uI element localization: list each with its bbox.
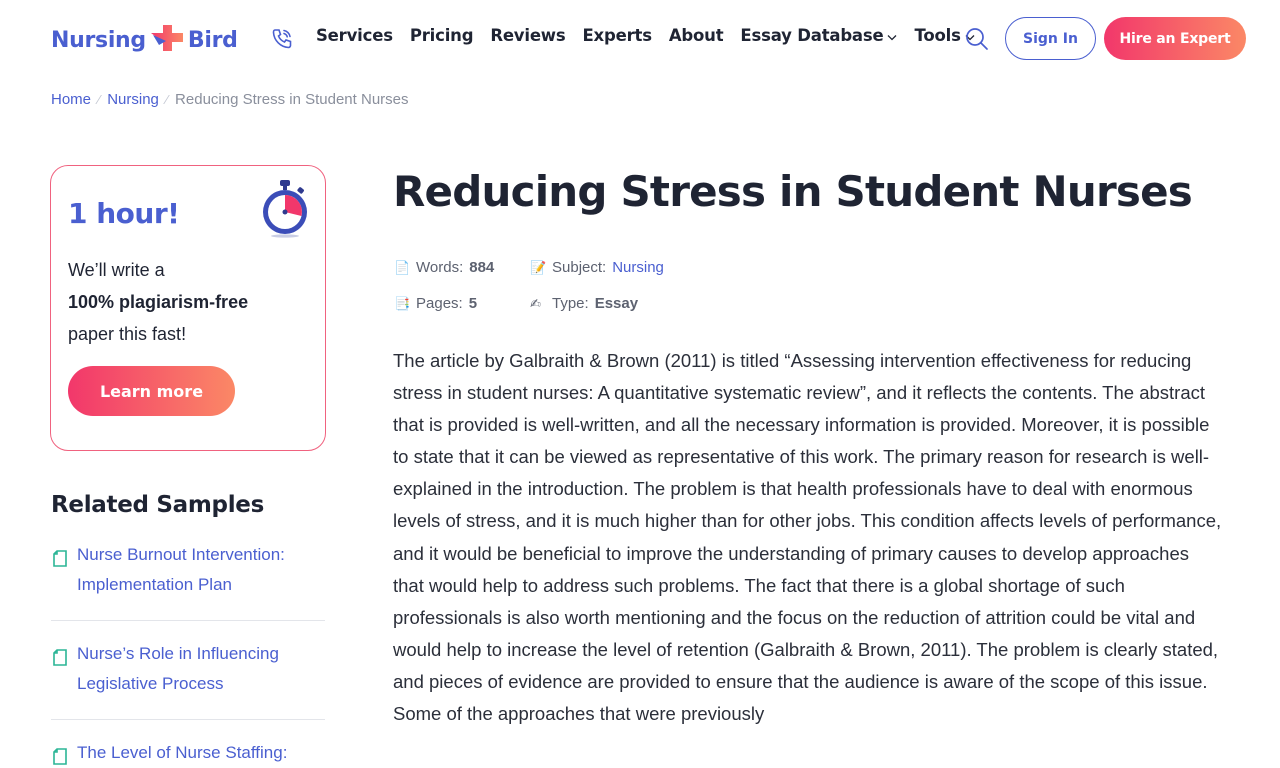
meta-pages: 📑 Pages: 5	[394, 295, 478, 312]
breadcrumb-separator: ⁄	[165, 92, 169, 107]
meta-subject: 📝 Subject: Nursing	[530, 259, 664, 276]
learn-more-button[interactable]: Learn more	[68, 366, 235, 416]
main-nav: Services Pricing Reviews Experts About E…	[316, 26, 992, 45]
pages-icon: 📑	[394, 295, 411, 311]
phone-icon[interactable]	[270, 27, 294, 51]
breadcrumb-current: Reducing Stress in Student Nurses	[175, 91, 409, 108]
nav-experts[interactable]: Experts	[582, 26, 652, 45]
site-header: Nursing Bird Services Pricing Reviews Ex	[0, 0, 1280, 78]
related-samples-title: Related Samples	[51, 492, 264, 518]
document-icon	[53, 745, 67, 765]
meta-words: 📄 Words: 884	[394, 259, 495, 276]
breadcrumb-home[interactable]: Home	[51, 91, 91, 108]
page-icon: 📄	[394, 259, 411, 275]
hire-expert-button[interactable]: Hire an Expert	[1104, 17, 1246, 60]
related-samples-list: Nurse Burnout Intervention: Implementati…	[51, 540, 325, 768]
document-icon	[53, 547, 67, 567]
meta-type: ✍ Type: Essay	[530, 295, 639, 312]
article-meta-row: 📄 Words: 884 📝 Subject: Nursing	[394, 259, 666, 276]
nav-services[interactable]: Services	[316, 26, 393, 45]
breadcrumb: Home ⁄ Nursing ⁄ Reducing Stress in Stud…	[51, 91, 409, 108]
stopwatch-icon	[259, 178, 311, 238]
promo-card: 1 hour! We’ll write a 100% plagiarism-fr…	[50, 165, 326, 451]
article-title: Reducing Stress in Student Nurses	[393, 167, 1193, 216]
nav-about[interactable]: About	[669, 26, 724, 45]
logo-text-right: Bird	[187, 27, 238, 53]
article-body: The article by Galbraith & Brown (2011) …	[393, 350, 1222, 725]
related-sample-item[interactable]: The Level of Nurse Staffing:	[51, 738, 325, 768]
breadcrumb-category[interactable]: Nursing	[107, 91, 159, 108]
related-sample-item[interactable]: Nurse’s Role in Influencing Legislative …	[51, 639, 325, 720]
breadcrumb-separator: ⁄	[98, 92, 101, 107]
logo[interactable]: Nursing Bird	[51, 22, 238, 58]
nav-pricing[interactable]: Pricing	[410, 26, 474, 45]
nav-essay-database[interactable]: Essay Database	[740, 26, 897, 45]
promo-title: 1 hour!	[68, 197, 180, 230]
subject-link[interactable]: Nursing	[612, 259, 664, 276]
search-icon[interactable]	[964, 26, 990, 52]
memo-icon: 📝	[530, 259, 547, 275]
bird-cross-icon	[150, 23, 184, 58]
sign-in-button[interactable]: Sign In	[1005, 17, 1096, 60]
promo-text: We’ll write a 100% plagiarism-free paper…	[68, 260, 249, 344]
writing-hand-icon: ✍	[530, 295, 541, 311]
logo-text-left: Nursing	[51, 27, 146, 53]
chevron-down-icon	[887, 26, 897, 45]
document-icon	[53, 646, 67, 666]
related-sample-item[interactable]: Nurse Burnout Intervention: Implementati…	[51, 540, 325, 621]
nav-reviews[interactable]: Reviews	[490, 26, 565, 45]
article-meta-row: 📑 Pages: 5 ✍ Type: Essay	[394, 295, 666, 312]
